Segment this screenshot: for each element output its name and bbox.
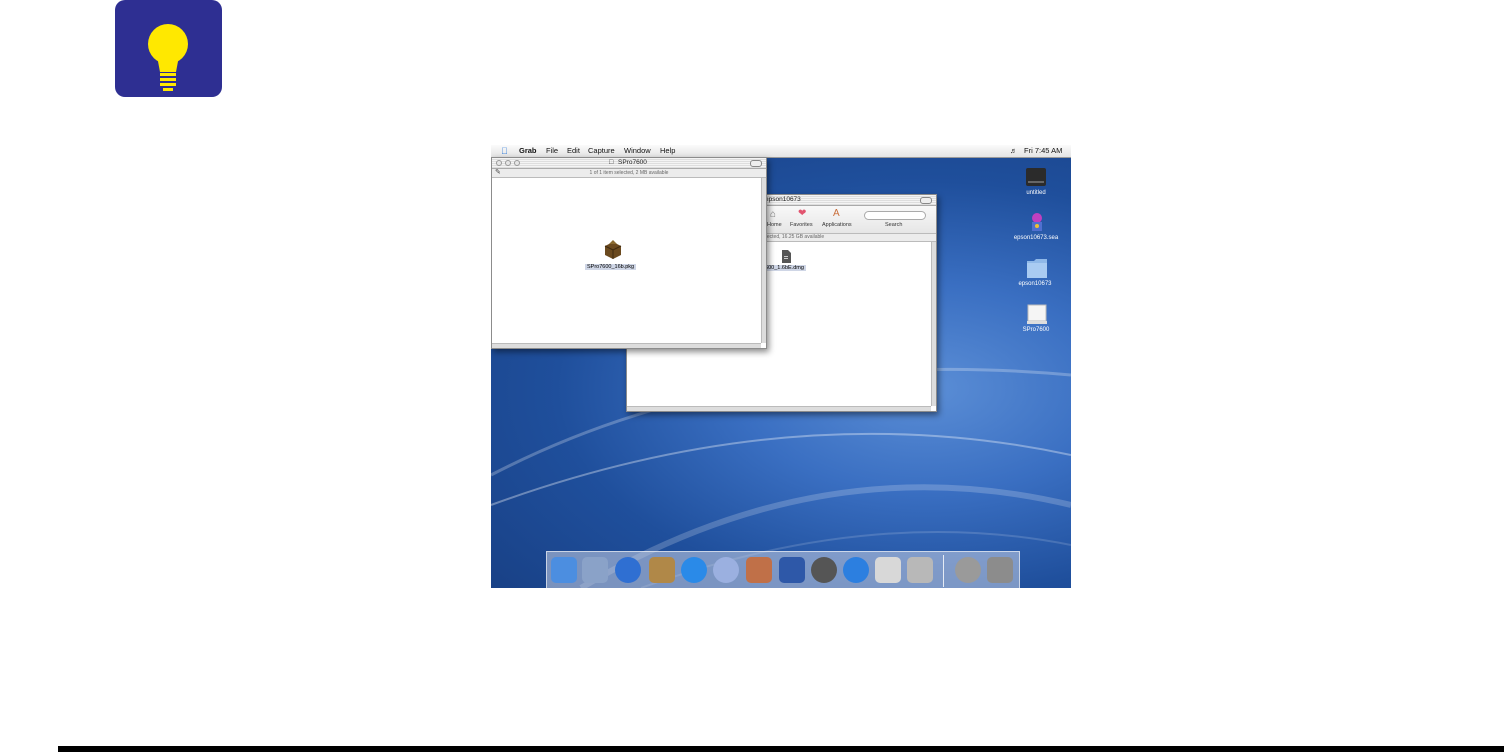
folder-small-icon: □ (609, 159, 614, 166)
menu-capture[interactable]: Capture (588, 146, 615, 155)
itunes-icon[interactable] (713, 557, 739, 583)
internet-explorer-icon[interactable] (681, 557, 707, 583)
system-preferences-icon[interactable] (875, 557, 901, 583)
applications-icon[interactable]: A (833, 208, 840, 219)
window-title: epson10673 (765, 196, 801, 203)
grab-icon[interactable] (907, 557, 933, 583)
iphoto-icon[interactable] (746, 557, 772, 583)
menu-file[interactable]: File (546, 146, 558, 155)
imovie-icon[interactable] (779, 557, 805, 583)
finder-window-spro7600: □ SPro7600 ✎ 1 of 1 item selected, 2 MB … (491, 157, 767, 349)
vertical-scrollbar[interactable] (931, 242, 936, 406)
stuffit-archive-icon[interactable] (1026, 210, 1048, 234)
disk-image-volume-icon[interactable] (1026, 302, 1048, 326)
mail-at-icon[interactable] (955, 557, 981, 583)
pkg-file-name[interactable]: SPro7600_16b.pkg (585, 264, 637, 270)
toolbar-search-label: Search (885, 222, 903, 228)
package-file-icon[interactable] (602, 238, 624, 260)
favorites-heart-icon[interactable]: ❤ (798, 208, 806, 219)
close-button[interactable] (496, 160, 502, 166)
zoom-button[interactable] (514, 160, 520, 166)
mac-desktop-screenshot:  Grab File Edit Capture Window Help ♬ F… (491, 145, 1071, 588)
apple-menu-icon[interactable]:  (501, 146, 508, 156)
desktop-label-epson-sea[interactable]: epson10673.sea (1001, 235, 1071, 241)
toolbar-favorites[interactable]: Favorites (790, 222, 813, 228)
ichat-icon[interactable] (615, 557, 641, 583)
folder-icon[interactable] (1026, 256, 1048, 280)
window-status-text: 1 of 1 item selected, 2 MB available (589, 170, 669, 176)
menu-help[interactable]: Help (660, 146, 675, 155)
sherlock-icon[interactable] (811, 557, 837, 583)
window-title: SPro7600 (618, 159, 647, 166)
tip-lightbulb-icon (115, 0, 222, 97)
volume-icon[interactable]: ♬ (1010, 146, 1018, 155)
menu-clock[interactable]: Fri 7:45 AM (1024, 146, 1062, 155)
window-status: ✎ 1 of 1 item selected, 2 MB available (492, 169, 766, 178)
dock (546, 551, 1020, 588)
bottom-rule (58, 746, 1504, 752)
menu-app-grab[interactable]: Grab (519, 146, 537, 155)
desktop-label-epson-folder[interactable]: epson10673 (1000, 281, 1070, 287)
finder-icon[interactable] (551, 557, 577, 583)
horizontal-scrollbar[interactable] (627, 406, 931, 411)
menu-window[interactable]: Window (624, 146, 651, 155)
toolbar-toggle-button[interactable] (750, 160, 762, 167)
search-input[interactable] (864, 211, 926, 220)
window-titlebar[interactable]: □ SPro7600 (492, 158, 766, 169)
trash-icon[interactable] (987, 557, 1013, 583)
desktop-label-untitled[interactable]: untitled (1001, 190, 1071, 196)
dock-separator (943, 555, 944, 587)
minimize-button[interactable] (505, 160, 511, 166)
quicktime-icon[interactable] (843, 557, 869, 583)
address-book-icon[interactable] (649, 557, 675, 583)
dmg-file-icon[interactable] (781, 250, 791, 263)
vertical-scrollbar[interactable] (761, 178, 766, 343)
toolbar-applications[interactable]: Applications (822, 222, 852, 228)
toolbar-toggle-button[interactable] (920, 197, 932, 204)
hard-drive-icon[interactable] (1025, 165, 1047, 189)
no-write-icon: ✎ (495, 169, 501, 176)
menu-edit[interactable]: Edit (567, 146, 580, 155)
toolbar-home[interactable]: Home (767, 222, 782, 228)
mail-icon[interactable] (582, 557, 608, 583)
home-icon[interactable]: ⌂ (770, 209, 776, 220)
desktop-label-spro7600[interactable]: SPro7600 (1001, 327, 1071, 333)
horizontal-scrollbar[interactable] (492, 343, 761, 348)
